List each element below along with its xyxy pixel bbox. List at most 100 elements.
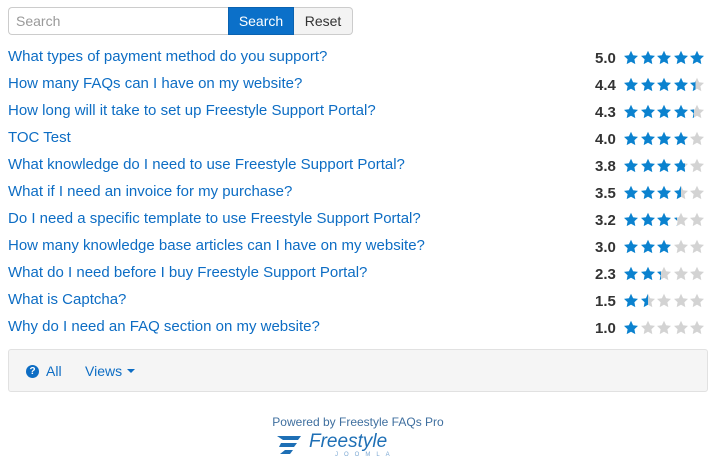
star-icon <box>640 104 657 120</box>
star-icon <box>656 320 673 336</box>
star-icon <box>623 266 640 282</box>
faq-row: What if I need an invoice for my purchas… <box>0 179 720 206</box>
rating: 5.0 <box>595 48 706 68</box>
faq-question-link[interactable]: TOC Test <box>8 129 71 146</box>
star-icon <box>673 212 690 228</box>
faq-row: How many knowledge base articles can I h… <box>0 233 720 260</box>
rating-value: 1.5 <box>595 292 616 310</box>
star-rating <box>623 131 706 147</box>
rating: 3.2 <box>595 210 706 230</box>
star-rating <box>623 50 706 66</box>
star-icon <box>689 104 706 120</box>
faq-question-link[interactable]: What if I need an invoice for my purchas… <box>8 183 292 200</box>
star-icon <box>673 131 690 147</box>
star-icon <box>673 320 690 336</box>
star-icon <box>656 185 673 201</box>
star-icon <box>689 50 706 66</box>
star-icon <box>640 185 657 201</box>
rating: 4.4 <box>595 75 706 95</box>
star-icon <box>640 320 657 336</box>
star-icon <box>623 239 640 255</box>
faq-row: TOC Test 4.0 <box>0 125 720 152</box>
rating-value: 3.0 <box>595 238 616 256</box>
faq-question-link[interactable]: Why do I need an FAQ section on my websi… <box>8 318 320 335</box>
faq-question-link[interactable]: What knowledge do I need to use Freestyl… <box>8 156 405 173</box>
logo-sub: JOOMLA <box>335 452 396 458</box>
rating: 3.5 <box>595 183 706 203</box>
reset-button[interactable]: Reset <box>294 7 353 35</box>
caret-down-icon <box>127 369 136 373</box>
star-icon <box>623 158 640 174</box>
star-rating <box>623 293 706 309</box>
star-icon <box>623 104 640 120</box>
faq-row: What do I need before I buy Freestyle Su… <box>0 260 720 287</box>
search-input[interactable] <box>8 7 228 35</box>
rating: 1.0 <box>595 318 706 338</box>
star-icon <box>689 158 706 174</box>
powered-by-text: Powered by Freestyle FAQs Pro <box>272 415 444 429</box>
star-icon <box>673 239 690 255</box>
all-link[interactable]: ? All <box>26 363 62 379</box>
rating: 3.8 <box>595 156 706 176</box>
star-icon <box>673 185 690 201</box>
faq-question-link[interactable]: How many knowledge base articles can I h… <box>8 237 425 254</box>
star-icon <box>689 266 706 282</box>
star-icon <box>673 266 690 282</box>
star-icon <box>656 158 673 174</box>
question-circle-icon: ? <box>26 364 39 378</box>
star-icon <box>640 50 657 66</box>
rating-value: 4.0 <box>595 130 616 148</box>
star-icon <box>689 77 706 93</box>
star-icon <box>656 239 673 255</box>
star-rating <box>623 158 706 174</box>
rating-value: 3.8 <box>595 157 616 175</box>
star-icon <box>640 266 657 282</box>
faq-question-link[interactable]: How long will it take to set up Freestyl… <box>8 102 376 119</box>
faq-question-link[interactable]: Do I need a specific template to use Fre… <box>8 210 421 227</box>
star-icon <box>656 104 673 120</box>
faq-question-link[interactable]: What types of payment method do you supp… <box>8 48 327 65</box>
star-icon <box>656 50 673 66</box>
faq-row: What types of payment method do you supp… <box>0 44 720 71</box>
star-icon <box>640 293 657 309</box>
faq-question-link[interactable]: What is Captcha? <box>8 291 126 308</box>
rating: 2.3 <box>595 264 706 284</box>
star-icon <box>656 131 673 147</box>
rating-value: 1.0 <box>595 319 616 337</box>
star-icon <box>673 104 690 120</box>
star-icon <box>623 50 640 66</box>
star-icon <box>623 320 640 336</box>
faq-row: What is Captcha? 1.5 <box>0 287 720 314</box>
rating: 1.5 <box>595 291 706 311</box>
star-icon <box>623 185 640 201</box>
freestyle-logo[interactable]: Freestyle JOOMLA <box>275 430 440 458</box>
faq-list: What types of payment method do you supp… <box>0 44 720 341</box>
star-icon <box>689 293 706 309</box>
star-icon <box>623 293 640 309</box>
star-icon <box>673 77 690 93</box>
star-icon <box>689 131 706 147</box>
faq-row: What knowledge do I need to use Freestyl… <box>0 152 720 179</box>
views-label: Views <box>85 363 123 379</box>
star-icon <box>673 50 690 66</box>
rating: 4.0 <box>595 129 706 149</box>
star-icon <box>656 212 673 228</box>
star-icon <box>673 293 690 309</box>
star-icon <box>623 212 640 228</box>
faq-row: Why do I need an FAQ section on my websi… <box>0 314 720 341</box>
rating-value: 4.3 <box>595 103 616 121</box>
star-icon <box>689 212 706 228</box>
star-icon <box>640 212 657 228</box>
star-icon <box>640 239 657 255</box>
filter-bar: ? All Views <box>8 349 708 392</box>
rating-value: 2.3 <box>595 265 616 283</box>
star-icon <box>689 239 706 255</box>
search-button[interactable]: Search <box>228 7 294 35</box>
views-dropdown[interactable]: Views <box>85 363 136 379</box>
star-rating <box>623 212 706 228</box>
star-icon <box>640 158 657 174</box>
faq-question-link[interactable]: How many FAQs can I have on my website? <box>8 75 302 92</box>
star-rating <box>623 77 706 93</box>
faq-question-link[interactable]: What do I need before I buy Freestyle Su… <box>8 264 367 281</box>
star-icon <box>640 77 657 93</box>
